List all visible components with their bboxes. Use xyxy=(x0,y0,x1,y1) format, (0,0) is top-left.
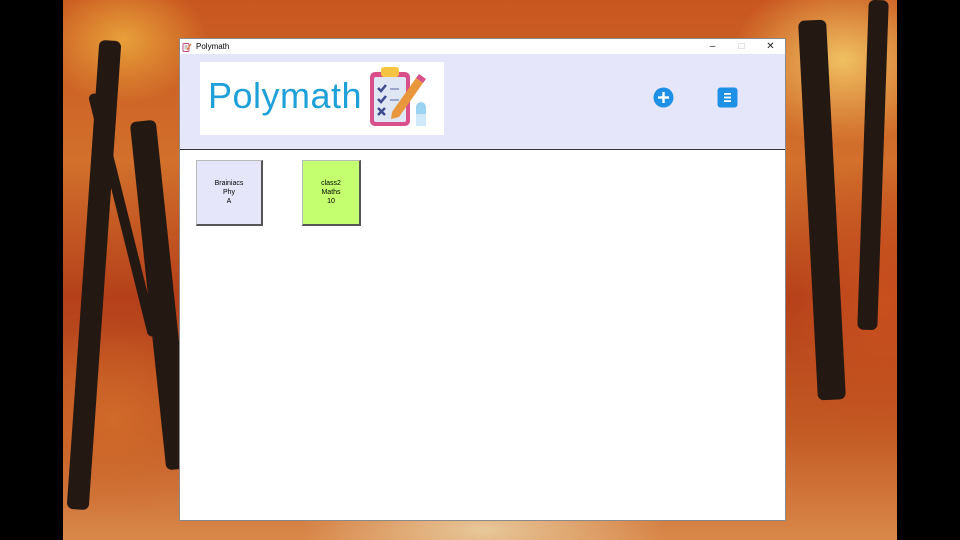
window-title: Polymath xyxy=(196,42,230,51)
tree-trunk xyxy=(857,0,889,331)
app-header: Polymath xyxy=(180,54,785,150)
class-list: Brainiacs Phy A class2 Maths 10 xyxy=(180,150,785,520)
class-name: Brainiacs xyxy=(214,180,244,187)
title-bar[interactable]: Polymath – □ ✕ xyxy=(180,39,785,54)
menu-button[interactable] xyxy=(717,87,738,108)
close-button[interactable]: ✕ xyxy=(756,39,785,54)
clipboard-checklist-pencil-icon xyxy=(370,67,426,126)
class-section: 10 xyxy=(327,198,335,205)
class-name: class2 xyxy=(321,180,341,187)
maximize-button[interactable]: □ xyxy=(727,39,756,54)
app-icon xyxy=(182,42,192,52)
menu-list-icon xyxy=(717,87,738,108)
class-card-brainiacs[interactable]: Brainiacs Phy A xyxy=(196,160,263,226)
class-card-class2[interactable]: class2 Maths 10 xyxy=(302,160,361,226)
class-subject: Maths xyxy=(321,189,341,196)
class-subject: Phy xyxy=(222,189,236,196)
minimize-button[interactable]: – xyxy=(698,39,727,54)
tree-trunk xyxy=(798,19,846,401)
app-logo: Polymath xyxy=(200,62,444,135)
add-class-button[interactable] xyxy=(653,87,674,108)
plus-circle-icon xyxy=(653,87,674,108)
window-controls: – □ ✕ xyxy=(698,39,785,54)
logo-text: Polymath xyxy=(208,75,363,116)
app-window: Polymath – □ ✕ Polymath Brainiacs Phy A … xyxy=(179,38,786,521)
class-section: A xyxy=(226,198,232,205)
